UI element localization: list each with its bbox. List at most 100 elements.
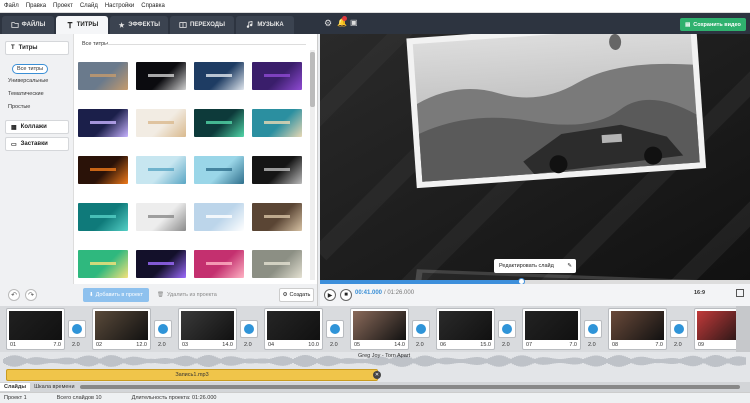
save-video-button[interactable]: ▤ Сохранить видео (680, 18, 746, 31)
timeline-transition[interactable]: 2.0 (498, 320, 516, 348)
transition-icon (588, 324, 598, 334)
add-to-project-label: Добавить в проект (95, 292, 144, 298)
voice-clip-close-button[interactable]: ✕ (373, 371, 381, 379)
slide-duration[interactable]: 7.0 (655, 342, 663, 348)
category-column: T Титры Все титры Универсальные Тематиче… (0, 34, 74, 284)
tab-music[interactable]: МУЗЫКА (236, 16, 294, 34)
transition-duration: 2.0 (502, 342, 510, 348)
transition-duration: 2.0 (244, 342, 252, 348)
title-thumbnail[interactable] (194, 250, 244, 278)
subcategory-thematic[interactable]: Тематические (8, 91, 44, 97)
timeline-transition[interactable]: 2.0 (584, 320, 602, 348)
transition-duration: 2.0 (416, 342, 424, 348)
thumbnail-text-mark (148, 74, 174, 77)
slide-duration[interactable]: 14.0 (394, 342, 405, 348)
thumbnail-text-mark (264, 121, 290, 124)
slide-duration[interactable]: 7.0 (53, 342, 61, 348)
slide-thumbnail (525, 311, 578, 340)
tab-slides[interactable]: Слайды (0, 383, 31, 391)
slide-duration[interactable]: 15.0 (480, 342, 491, 348)
library-scrollbar-thumb[interactable] (310, 52, 315, 107)
menu-slide[interactable]: Слайд (80, 3, 98, 9)
timeline-slide[interactable]: 03 14.0 (178, 308, 237, 350)
title-thumbnail[interactable] (252, 203, 302, 231)
timeline-slide[interactable]: 05 14.0 (350, 308, 409, 350)
title-thumbnail[interactable] (252, 250, 302, 278)
remove-from-project-label: Удалить из проекта (166, 292, 217, 298)
voice-clip[interactable]: Запись1.mp3 (6, 369, 378, 381)
menu-settings[interactable]: Настройки (105, 3, 134, 9)
title-thumbnail[interactable] (194, 203, 244, 231)
subcategory-all-titles[interactable]: Все титры (12, 64, 49, 74)
tab-effects[interactable]: ЭФФЕКТЫ (110, 16, 168, 34)
slide-thumbnail (611, 311, 664, 340)
tab-titles[interactable]: ТИТРЫ (56, 16, 108, 34)
title-thumbnail[interactable] (78, 250, 128, 278)
title-thumbnail[interactable] (136, 62, 186, 90)
stop-button[interactable]: ■ (340, 289, 352, 301)
category-intros[interactable]: ▭ Заставки (5, 137, 69, 151)
title-thumbnail[interactable] (252, 62, 302, 90)
timeline-transition[interactable]: 2.0 (412, 320, 430, 348)
title-thumbnail[interactable] (136, 156, 186, 184)
title-thumbnail[interactable] (194, 109, 244, 137)
tab-timeline[interactable]: Шкала времени (30, 383, 78, 391)
create-button[interactable]: ⚙ Создать (279, 288, 314, 302)
thumbnail-text-mark (264, 262, 290, 265)
timeline-slide[interactable]: 02 12.0 (92, 308, 151, 350)
title-thumbnail[interactable] (194, 156, 244, 184)
timeline-slide[interactable]: 01 7.0 (6, 308, 65, 350)
timeline-transition[interactable]: 2.0 (154, 320, 172, 348)
status-slide-count: Всего слайдов 10 (56, 395, 102, 401)
category-collages[interactable]: ▦ Коллажи (5, 120, 69, 134)
thumbnail-text-mark (206, 168, 232, 171)
redo-button[interactable]: ↷ (25, 289, 37, 301)
tab-transitions[interactable]: ПЕРЕХОДЫ (170, 16, 234, 34)
title-thumbnail[interactable] (78, 156, 128, 184)
menu-file[interactable]: Файл (4, 3, 19, 9)
fullscreen-icon[interactable] (736, 289, 744, 297)
title-thumbnail[interactable] (252, 109, 302, 137)
preview-image (320, 34, 750, 280)
slide-duration[interactable]: 14.0 (222, 342, 233, 348)
timeline-scroll-button[interactable] (736, 306, 750, 352)
subcategory-simple[interactable]: Простые (8, 104, 30, 110)
tab-files[interactable]: ФАЙЛЫ (2, 16, 54, 34)
settings-icon[interactable]: ⚙ (324, 18, 332, 29)
title-thumbnail[interactable] (252, 156, 302, 184)
menu-project[interactable]: Проект (53, 3, 73, 9)
timeline-transition[interactable]: 2.0 (240, 320, 258, 348)
menu-help[interactable]: Справка (141, 3, 165, 9)
slide-duration[interactable]: 12.0 (136, 342, 147, 348)
image-icon[interactable]: ▣ (350, 18, 358, 27)
title-thumbnail[interactable] (78, 203, 128, 231)
undo-button[interactable]: ↶ (8, 289, 20, 301)
title-thumbnail[interactable] (78, 109, 128, 137)
slide-duration[interactable]: 7.0 (569, 342, 577, 348)
title-thumbnail[interactable] (136, 250, 186, 278)
title-thumbnail[interactable] (136, 203, 186, 231)
timeline-transition[interactable]: 2.0 (670, 320, 688, 348)
timeline-slide[interactable]: 06 15.0 (436, 308, 495, 350)
edit-slide-button[interactable]: Редактировать слайд ✎ (494, 259, 576, 273)
status-duration: Длительность проекта: 01:26.000 (131, 395, 217, 401)
play-button[interactable]: ▶ (324, 289, 336, 301)
menu-edit[interactable]: Правка (26, 3, 46, 9)
add-to-project-button[interactable]: ⬇ Добавить в проект (83, 288, 149, 302)
title-thumbnail[interactable] (194, 62, 244, 90)
subcategory-universal[interactable]: Универсальные (8, 78, 48, 84)
aspect-ratio[interactable]: 16:9 (694, 290, 705, 296)
text-icon: T (11, 45, 15, 51)
category-titles[interactable]: T Титры (5, 41, 69, 55)
timeline-horizontal-scrollbar[interactable] (80, 385, 740, 389)
timeline-slide[interactable]: 08 7.0 (608, 308, 667, 350)
timeline-slide[interactable]: 07 7.0 (522, 308, 581, 350)
title-thumbnail[interactable] (136, 109, 186, 137)
tab-music-label: МУЗЫКА (257, 22, 284, 28)
timeline-transition[interactable]: 2.0 (68, 320, 86, 348)
remove-from-project-button[interactable]: 🗑 Удалить из проекта (157, 288, 223, 302)
timeline-slide[interactable]: 04 10.0 (264, 308, 323, 350)
title-thumbnail[interactable] (78, 62, 128, 90)
slide-duration[interactable]: 10.0 (308, 342, 319, 348)
timeline-transition[interactable]: 2.0 (326, 320, 344, 348)
